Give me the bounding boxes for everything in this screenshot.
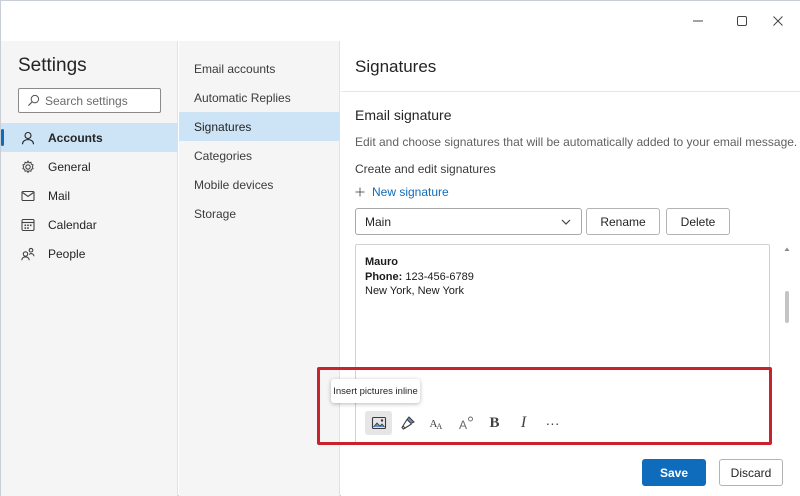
calendar-icon — [21, 218, 35, 231]
signature-body[interactable]: Mauro Phone: 123-456-6789 New York, New … — [365, 255, 474, 299]
create-signatures-label: Create and edit signatures — [355, 162, 496, 176]
signatures-content-pane: Signatures Email signature Edit and choo… — [331, 41, 800, 496]
format-painter-icon[interactable] — [394, 411, 421, 435]
close-icon[interactable] — [766, 9, 790, 33]
signature-select-value: Main — [365, 214, 392, 229]
gear-icon — [22, 159, 34, 173]
nav-item-general[interactable]: General — [1, 152, 178, 181]
title-divider — [341, 91, 800, 92]
chevron-down-icon — [561, 219, 571, 225]
settings-nav-list: Accounts General Mail Calendar People — [1, 123, 178, 268]
subnav-item-automatic-replies[interactable]: Automatic Replies — [179, 83, 339, 112]
person-icon — [21, 131, 35, 144]
section-title: Email signature — [355, 107, 452, 123]
insert-picture-icon[interactable] — [365, 411, 392, 435]
scroll-thumb[interactable] — [785, 291, 789, 323]
subnav-item-categories[interactable]: Categories — [179, 141, 339, 170]
new-signature-link[interactable]: New signature — [355, 185, 449, 199]
italic-icon[interactable]: I — [510, 411, 537, 435]
page-title: Signatures — [355, 57, 437, 76]
nav-item-label: People — [48, 246, 86, 261]
people-icon — [21, 247, 35, 260]
search-box[interactable] — [18, 88, 161, 113]
delete-button[interactable]: Delete — [666, 208, 730, 235]
settings-window: Settings Accounts General Mail Calendar — [0, 0, 800, 496]
save-button[interactable]: Save — [642, 459, 706, 486]
nav-item-mail[interactable]: Mail — [1, 181, 178, 210]
superscript-icon[interactable]: A — [452, 411, 479, 435]
subnav-item-storage[interactable]: Storage — [179, 199, 339, 228]
subnav-item-mobile-devices[interactable]: Mobile devices — [179, 170, 339, 199]
new-signature-label: New signature — [372, 185, 449, 199]
accounts-subnav-pane: Email accounts Automatic Replies Signatu… — [179, 41, 340, 496]
signature-select[interactable]: Main — [355, 208, 582, 235]
signature-name: Mauro — [365, 256, 398, 268]
svg-text:A: A — [436, 422, 442, 431]
section-description: Edit and choose signatures that will be … — [355, 135, 798, 149]
discard-button[interactable]: Discard — [719, 459, 783, 486]
signature-phone-label: Phone: — [365, 270, 403, 283]
search-icon — [27, 94, 40, 107]
nav-item-people[interactable]: People — [1, 239, 178, 268]
nav-item-label: Accounts — [48, 130, 103, 145]
settings-title: Settings — [18, 55, 87, 76]
nav-item-label: Mail — [48, 188, 71, 203]
mail-icon — [21, 190, 35, 201]
more-icon[interactable]: ··· — [539, 411, 566, 435]
bold-icon[interactable]: B — [481, 411, 508, 435]
minimize-icon[interactable] — [686, 9, 710, 33]
nav-item-label: General — [48, 159, 91, 174]
title-bar — [1, 1, 800, 41]
plus-icon — [355, 187, 365, 197]
nav-item-label: Calendar — [48, 217, 97, 232]
insert-pictures-tooltip: Insert pictures inline — [331, 379, 420, 403]
subnav-item-email-accounts[interactable]: Email accounts — [179, 54, 339, 83]
maximize-icon[interactable] — [730, 9, 754, 33]
accounts-subnav-list: Email accounts Automatic Replies Signatu… — [179, 54, 339, 228]
settings-nav-pane: Settings Accounts General Mail Calendar — [1, 41, 178, 496]
svg-text:A: A — [459, 418, 467, 431]
rename-button[interactable]: Rename — [586, 208, 660, 235]
signature-location: New York, New York — [365, 285, 465, 297]
format-toolbar: AA A B I ··· — [365, 411, 568, 435]
font-size-icon[interactable]: AA — [423, 411, 450, 435]
search-input[interactable] — [45, 93, 145, 108]
signature-phone: 123-456-6789 — [405, 270, 474, 283]
subnav-item-signatures[interactable]: Signatures — [179, 112, 339, 141]
nav-item-accounts[interactable]: Accounts — [1, 123, 178, 152]
scroll-up-icon[interactable] — [784, 246, 790, 252]
content-scrollbar[interactable] — [784, 246, 790, 436]
nav-item-calendar[interactable]: Calendar — [1, 210, 178, 239]
